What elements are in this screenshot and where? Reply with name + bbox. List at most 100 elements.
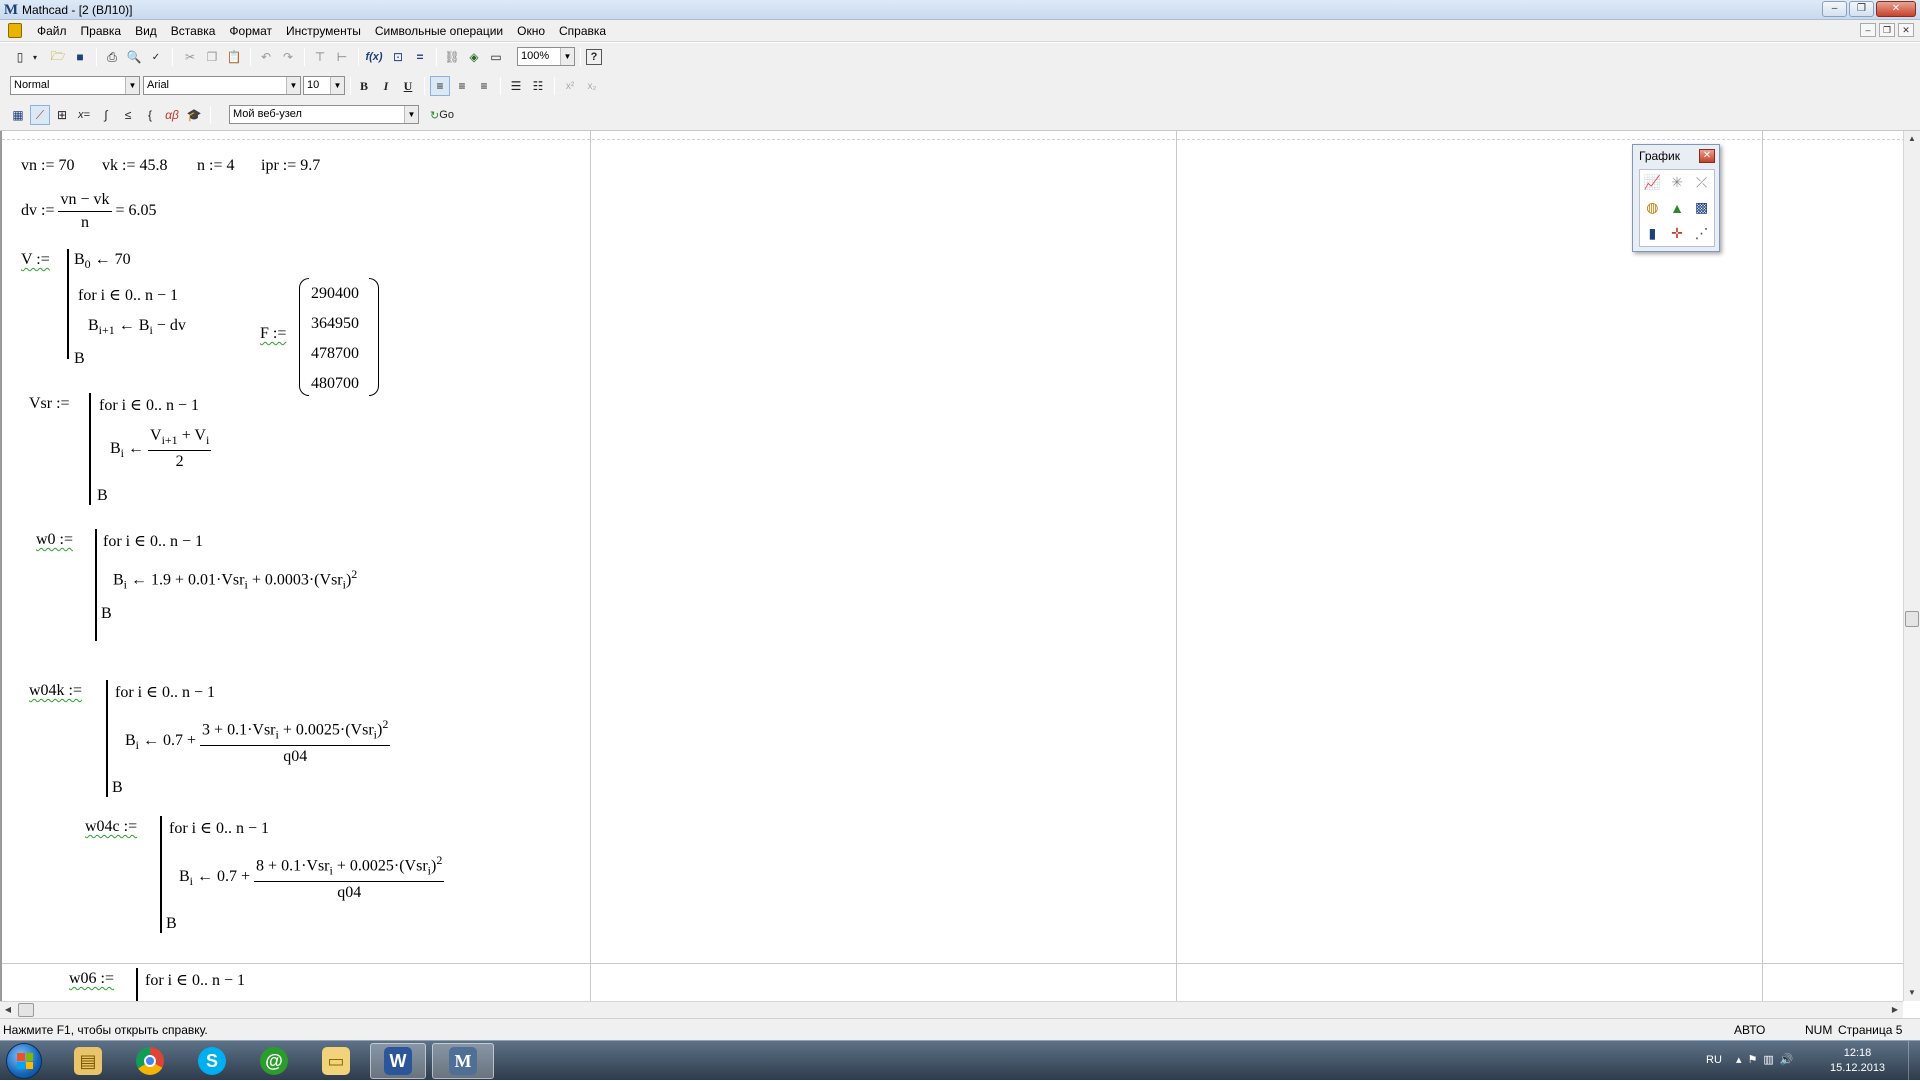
taskbar-folder[interactable]: ▭ xyxy=(308,1043,364,1079)
f-matrix[interactable]: 290400 364950 478700 480700 xyxy=(299,278,379,396)
bold-button[interactable]: B xyxy=(354,76,374,96)
menu-insert[interactable]: Вставка xyxy=(164,24,223,38)
taskbar-word[interactable]: W xyxy=(370,1043,426,1079)
align-left-icon[interactable]: ≡ xyxy=(430,76,450,96)
align-center-icon[interactable]: ≡ xyxy=(452,76,472,96)
print-icon[interactable]: ⎙ xyxy=(102,47,122,67)
superscript-icon[interactable]: x² xyxy=(560,76,580,96)
w04k-line1[interactable]: for i ∈ 0.. n − 1 xyxy=(115,682,215,702)
3d-curve-icon[interactable]: ⤫ xyxy=(1689,170,1714,195)
vn-definition[interactable]: vn := 70 xyxy=(21,157,74,175)
scroll-right-icon[interactable]: ▶ xyxy=(1887,1002,1903,1018)
zoom-select[interactable]: 100% ▼ xyxy=(517,47,575,66)
taskbar-chrome[interactable] xyxy=(122,1043,178,1079)
go-button[interactable]: ↻ Go xyxy=(426,105,458,125)
save-icon[interactable]: ■ xyxy=(70,47,90,67)
matrix-palette-icon[interactable]: ⊞ xyxy=(52,105,72,125)
paste-icon[interactable]: 📋 xyxy=(224,47,244,67)
greek-palette-icon[interactable]: αβ xyxy=(162,105,182,125)
f-lhs[interactable]: F := xyxy=(260,325,286,343)
align-across-icon[interactable]: ⊤ xyxy=(310,47,330,67)
web-address-select[interactable]: Мой веб-узел ▼ xyxy=(229,105,419,124)
menu-format[interactable]: Формат xyxy=(222,24,279,38)
vsr-line3[interactable]: B xyxy=(97,487,108,505)
w06-lhs[interactable]: w06 := xyxy=(69,970,114,988)
horizontal-scroll-thumb[interactable] xyxy=(18,1003,34,1017)
taskbar-explorer[interactable]: ▤ xyxy=(60,1043,116,1079)
numbering-icon[interactable]: ☷ xyxy=(528,76,548,96)
scroll-down-icon[interactable]: ▼ xyxy=(1904,985,1920,1001)
italic-button[interactable]: I xyxy=(376,76,396,96)
font-size-select[interactable]: 10 ▼ xyxy=(303,76,345,95)
contour-plot-icon[interactable]: ▲ xyxy=(1665,195,1690,220)
vertical-scroll-thumb[interactable] xyxy=(1905,611,1919,627)
w04c-lhs[interactable]: w04c := xyxy=(85,818,137,836)
symbolic-palette-icon[interactable]: 🎓 xyxy=(184,105,204,125)
3d-plot-wizard-icon[interactable]: ⋰ xyxy=(1689,221,1714,246)
v-lhs[interactable]: V := xyxy=(21,251,50,269)
document-icon[interactable] xyxy=(8,23,22,38)
n-definition[interactable]: n := 4 xyxy=(197,157,234,175)
xy-plot-icon[interactable]: 📈 xyxy=(1640,170,1665,195)
taskbar-mathcad[interactable]: M xyxy=(432,1043,494,1079)
vertical-scrollbar[interactable]: ▲ ▼ xyxy=(1903,131,1920,1001)
v-line2[interactable]: for i ∈ 0.. n − 1 xyxy=(78,285,178,305)
cut-icon[interactable]: ✂ xyxy=(180,47,200,67)
menu-edit[interactable]: Правка xyxy=(74,24,129,38)
v-line1[interactable]: B0 ← 70 xyxy=(74,251,131,272)
evaluation-palette-icon[interactable]: x= xyxy=(74,105,94,125)
align-right-icon[interactable]: ≡ xyxy=(474,76,494,96)
print-preview-icon[interactable]: 🔍 xyxy=(124,47,144,67)
doc-restore-button[interactable]: ❐ xyxy=(1879,23,1895,37)
restore-button[interactable]: ❐ xyxy=(1849,1,1874,17)
menu-help[interactable]: Справка xyxy=(552,24,613,38)
font-select[interactable]: Arial ▼ xyxy=(143,76,301,95)
copy-icon[interactable]: ❐ xyxy=(202,47,222,67)
insert-unit-icon[interactable]: ⊡ xyxy=(388,47,408,67)
menu-symbolics[interactable]: Символьные операции xyxy=(368,24,510,38)
minimize-button[interactable]: – xyxy=(1822,1,1847,17)
subscript-icon[interactable]: x₂ xyxy=(582,76,602,96)
horizontal-scrollbar[interactable]: ◀ ▶ xyxy=(0,1001,1903,1018)
menu-tools[interactable]: Инструменты xyxy=(279,24,368,38)
surface-plot-icon[interactable]: ◍ xyxy=(1640,195,1665,220)
doc-close-button[interactable]: ✕ xyxy=(1898,23,1914,37)
w04c-line3[interactable]: B xyxy=(166,915,177,933)
programming-palette-icon[interactable]: { xyxy=(140,105,160,125)
taskbar-mail-agent[interactable]: @ xyxy=(246,1043,302,1079)
network-icon[interactable]: ▥ xyxy=(1763,1053,1773,1066)
new-dropdown-icon[interactable]: ▾ xyxy=(30,47,40,67)
style-select[interactable]: Normal ▼ xyxy=(10,76,140,95)
menu-view[interactable]: Вид xyxy=(128,24,164,38)
ipr-definition[interactable]: ipr := 9.7 xyxy=(261,157,320,175)
new-document-icon[interactable]: ▯ xyxy=(10,47,30,67)
show-hidden-icons-icon[interactable]: ▴ xyxy=(1736,1053,1742,1066)
insert-function-icon[interactable]: f(x) xyxy=(364,47,384,67)
scroll-up-icon[interactable]: ▲ xyxy=(1904,131,1920,147)
bar-3d-icon[interactable]: ▮ xyxy=(1640,221,1665,246)
doc-minimize-button[interactable]: – xyxy=(1860,23,1876,37)
redo-icon[interactable]: ↷ xyxy=(278,47,298,67)
underline-button[interactable]: U xyxy=(398,76,418,96)
vsr-line2[interactable]: Bi ← Vi+1 + Vi 2 xyxy=(110,427,212,471)
calculus-palette-icon[interactable]: ∫ xyxy=(96,105,116,125)
w04k-line3[interactable]: B xyxy=(112,779,123,797)
language-indicator[interactable]: RU xyxy=(1706,1054,1722,1066)
menu-file[interactable]: Файл xyxy=(30,24,74,38)
show-desktop-button[interactable] xyxy=(1908,1041,1920,1081)
w06-line1[interactable]: for i ∈ 0.. n − 1 xyxy=(145,970,245,990)
menu-window[interactable]: Окно xyxy=(510,24,552,38)
w0-line1[interactable]: for i ∈ 0.. n − 1 xyxy=(103,531,203,551)
polar-plot-icon[interactable]: ✳ xyxy=(1665,170,1690,195)
vk-definition[interactable]: vk := 45.8 xyxy=(102,157,167,175)
worksheet[interactable]: vn := 70 vk := 45.8 n := 4 ipr := 9.7 dv… xyxy=(0,131,1903,1001)
graph-palette[interactable]: График ✕ 📈 ✳ ⤫ ◍ ▲ ▩ ▮ ✛ ⋰ xyxy=(1632,144,1720,252)
v-line3[interactable]: Bi+1 ← Bi − dv xyxy=(88,317,186,338)
spell-check-icon[interactable]: ✓ xyxy=(146,47,166,67)
vsr-line1[interactable]: for i ∈ 0.. n − 1 xyxy=(99,395,199,415)
align-down-icon[interactable]: ⊢ xyxy=(332,47,352,67)
close-button[interactable]: ✕ xyxy=(1876,1,1916,17)
volume-icon[interactable]: 🔊 xyxy=(1780,1053,1794,1066)
w04k-line2[interactable]: Bi ← 0.7 + 3 + 0.1·Vsri + 0.0025·(Vsri)2… xyxy=(125,717,391,766)
w0-line3[interactable]: B xyxy=(101,605,112,623)
